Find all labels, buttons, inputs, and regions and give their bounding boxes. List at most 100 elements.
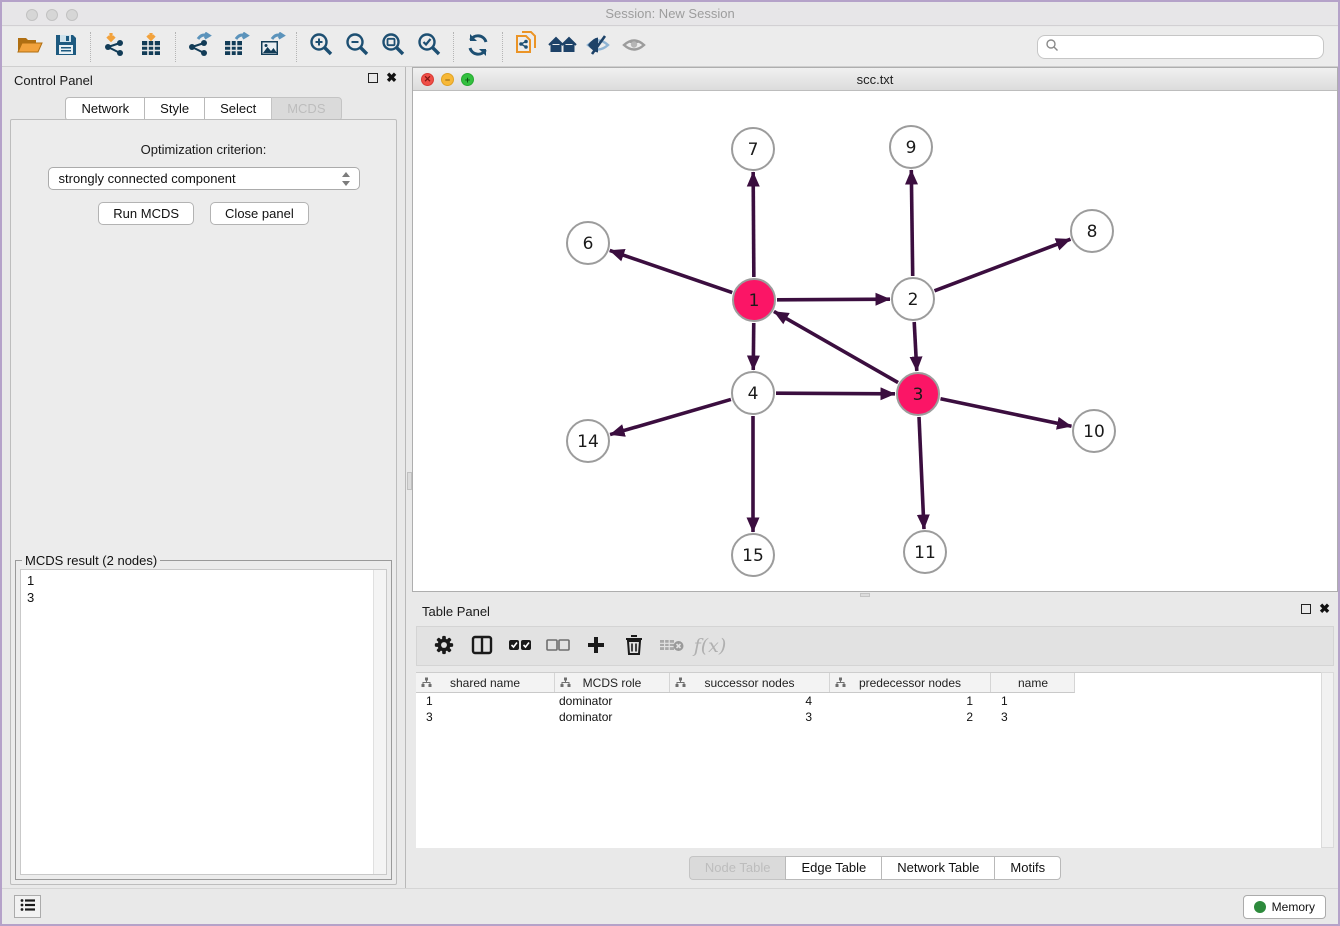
column-header-predecessor-nodes[interactable]: predecessor nodes [830,673,991,692]
function-builder-button[interactable]: f(x) [693,631,727,661]
selected-criterion: strongly connected component [59,171,236,186]
split-columns-icon [471,635,493,658]
node-label: 9 [906,138,917,158]
hide-selected-button[interactable] [581,31,617,63]
show-all-networks-button[interactable] [545,31,581,63]
node-11[interactable]: 11 [904,531,946,573]
export-network-button[interactable] [182,31,218,63]
column-label: shared name [450,676,520,690]
import-network-button[interactable] [97,31,133,63]
task-history-button[interactable] [14,895,41,918]
node-3[interactable]: 3 [897,373,939,415]
export-table-button[interactable] [218,31,254,63]
splitter-handle[interactable] [860,593,870,597]
node-10[interactable]: 10 [1073,410,1115,452]
export-image-icon [258,32,286,61]
tab-motifs[interactable]: Motifs [994,856,1061,880]
node-8[interactable]: 8 [1071,210,1113,252]
tab-node-table[interactable]: Node Table [689,856,786,880]
deselect-all-icon [546,638,570,655]
close-panel-button[interactable]: Close panel [210,202,309,225]
toolbar-separator [90,32,91,62]
vertical-splitter[interactable] [405,67,412,888]
close-panel-icon[interactable]: ✖ [1319,604,1330,614]
column-header-shared-name[interactable]: shared name [416,673,555,692]
tab-select[interactable]: Select [204,97,271,121]
edge-1-6[interactable] [610,250,732,292]
node-6[interactable]: 6 [567,222,609,264]
network-canvas[interactable]: 7 9 6 8 1 2 4 3 14 10 15 11 [413,91,1337,591]
edge-2-3[interactable] [914,322,917,371]
add-column-icon [586,635,606,658]
edge-4-14[interactable] [610,399,731,434]
edge-3-11[interactable] [919,417,924,529]
result-scrollbar[interactable] [373,570,386,874]
gear-button[interactable] [427,631,461,661]
table-scrollbar[interactable] [1321,672,1334,848]
mcds-result-list[interactable]: 13 [20,569,387,875]
refresh-button[interactable] [460,31,496,63]
node-4[interactable]: 4 [732,372,774,414]
edge-3-1[interactable] [774,311,898,382]
node-label: 15 [742,546,764,566]
import-network-icon [102,32,128,61]
status-bar: Memory [2,888,1338,924]
optimization-criterion-select[interactable]: strongly connected component [48,167,360,190]
column-label: name [1018,676,1048,690]
tab-network-table[interactable]: Network Table [881,856,994,880]
tab-network[interactable]: Network [65,97,144,121]
tab-edge-table[interactable]: Edge Table [785,856,881,880]
edge-1-2[interactable] [777,299,890,300]
zoom-selected-button[interactable] [411,31,447,63]
search-input[interactable] [1060,37,1323,57]
show-all-networks-icon [548,33,578,60]
column-header-MCDS-role[interactable]: MCDS role [555,673,670,692]
node-2[interactable]: 2 [892,278,934,320]
toolbar-separator [175,32,176,62]
table-row[interactable]: 1dominator411 [416,693,1321,709]
network-graph[interactable]: 7 9 6 8 1 2 4 3 14 10 15 11 [413,91,1340,591]
edge-1-7[interactable] [753,172,754,277]
trash-icon [624,634,644,659]
search-field[interactable] [1037,35,1324,59]
open-session-button[interactable] [12,31,48,63]
zoom-selected-icon [416,32,442,61]
deselect-all-button[interactable] [541,631,575,661]
run-mcds-button[interactable]: Run MCDS [98,202,194,225]
zoom-in-button[interactable] [303,31,339,63]
node-9[interactable]: 9 [890,126,932,168]
delete-button[interactable] [617,631,651,661]
close-panel-icon[interactable]: ✖ [386,73,397,83]
node-15[interactable]: 15 [732,534,774,576]
node-1[interactable]: 1 [733,279,775,321]
column-header-name[interactable]: name [991,673,1075,692]
float-panel-icon[interactable] [368,73,378,83]
add-column-button[interactable] [579,631,613,661]
delete-table-button[interactable] [655,631,689,661]
clone-network-button[interactable] [509,31,545,63]
edge-1-4[interactable] [753,323,754,370]
table-cell: 2 [830,710,991,724]
control-panel-header: Control Panel ✖ [2,67,405,93]
node-14[interactable]: 14 [567,420,609,462]
save-session-button[interactable] [48,31,84,63]
edge-2-8[interactable] [935,239,1071,291]
memory-button[interactable]: Memory [1243,895,1326,919]
show-selected-button[interactable] [617,31,653,63]
node-7[interactable]: 7 [732,128,774,170]
column-header-successor-nodes[interactable]: successor nodes [670,673,830,692]
table-row[interactable]: 3dominator323 [416,709,1321,725]
export-image-button[interactable] [254,31,290,63]
edge-4-3[interactable] [776,393,895,394]
split-columns-button[interactable] [465,631,499,661]
import-table-button[interactable] [133,31,169,63]
node-table[interactable]: shared name MCDS rolesuccessor nodesprede… [416,672,1321,848]
edge-2-9[interactable] [911,170,912,276]
zoom-out-button[interactable] [339,31,375,63]
zoom-fit-button[interactable] [375,31,411,63]
tab-mcds[interactable]: MCDS [271,97,341,121]
edge-3-10[interactable] [941,399,1072,427]
float-panel-icon[interactable] [1301,604,1311,614]
select-all-button[interactable] [503,631,537,661]
tab-style[interactable]: Style [144,97,204,121]
